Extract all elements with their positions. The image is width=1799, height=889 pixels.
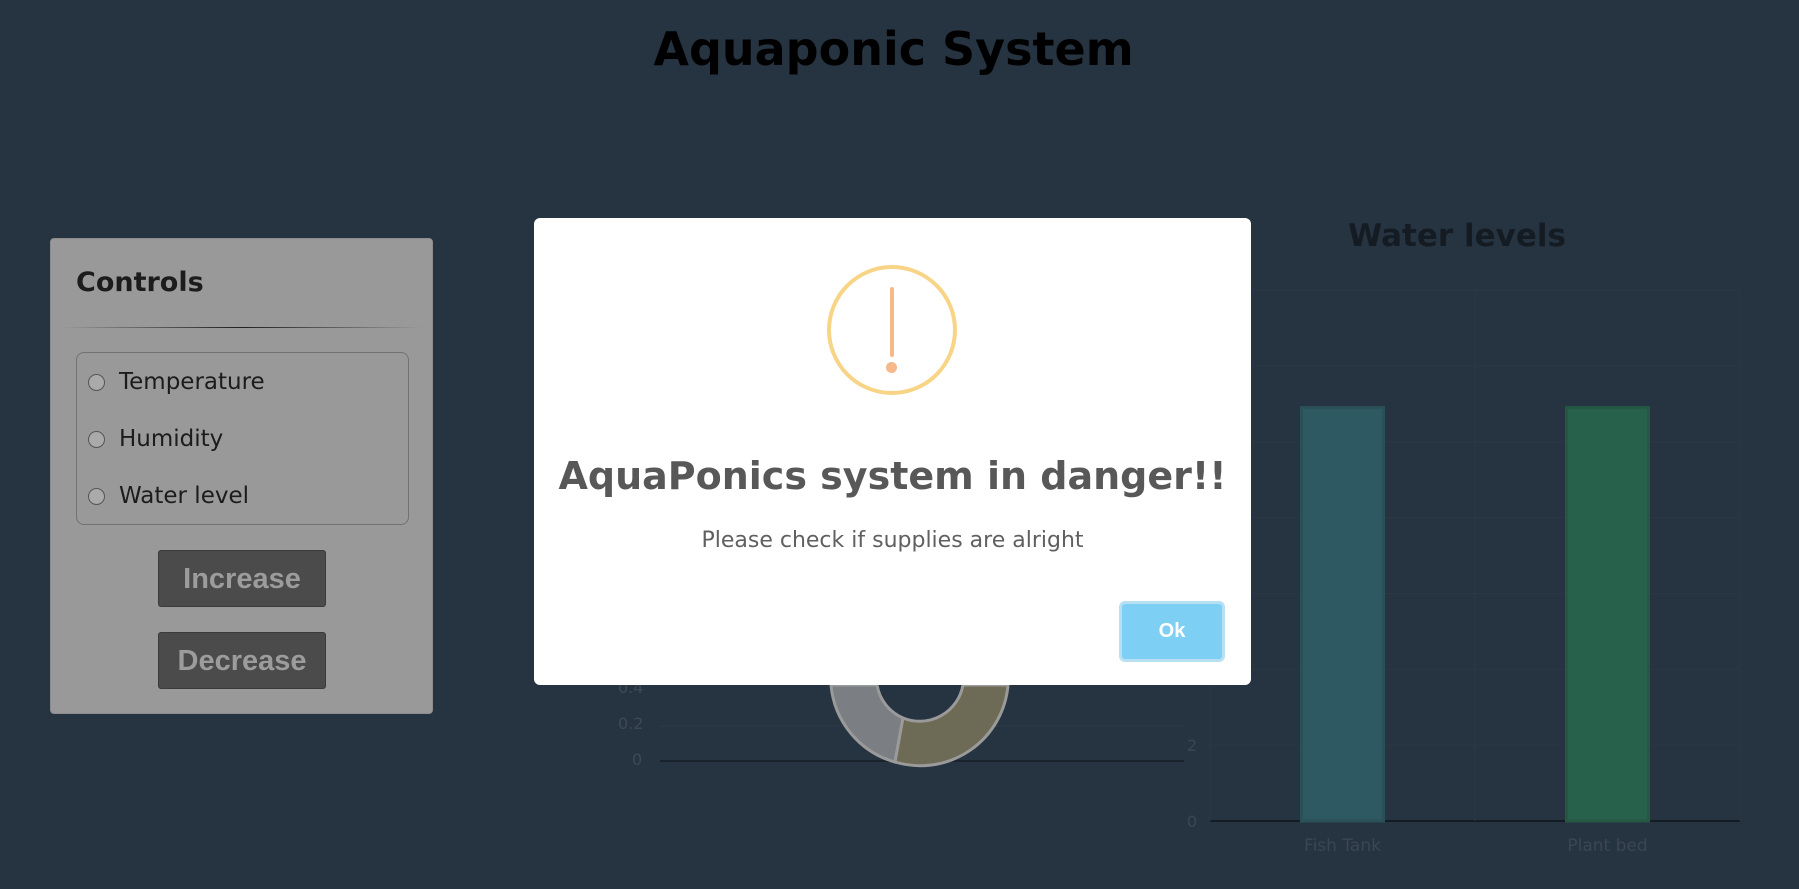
warning-exclamation-icon (827, 265, 957, 395)
ok-button[interactable]: Ok (1119, 601, 1225, 662)
alert-dialog: AquaPonics system in danger!! Please che… (534, 218, 1251, 685)
alert-title: AquaPonics system in danger!! (558, 454, 1227, 498)
alert-message: Please check if supplies are alright (701, 528, 1084, 553)
